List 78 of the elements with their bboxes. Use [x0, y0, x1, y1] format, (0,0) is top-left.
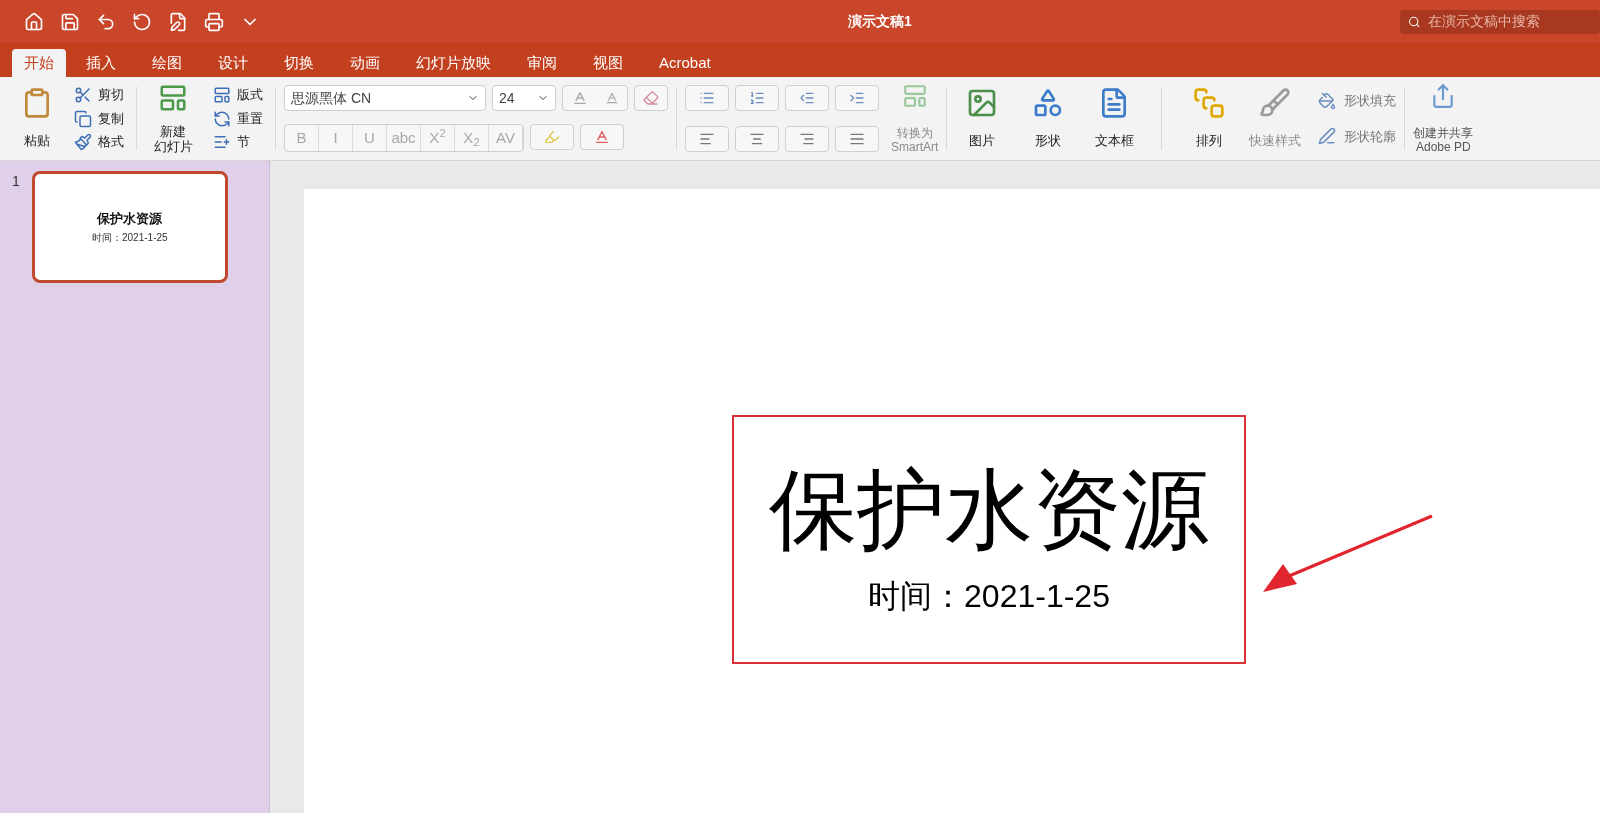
ribbon-button[interactable]: 剪切: [70, 83, 128, 107]
ribbon-tab[interactable]: 审阅: [511, 49, 573, 77]
window-title: 演示文稿1: [848, 12, 912, 31]
align-button[interactable]: [735, 126, 779, 152]
layout-icon: [213, 85, 231, 104]
align-center-icon: [749, 131, 765, 147]
arrange-icon: [1193, 87, 1226, 119]
font-size-icon: [571, 90, 588, 106]
paragraph-button[interactable]: [835, 85, 879, 111]
paragraph-button[interactable]: [735, 85, 779, 111]
ribbon-button[interactable]: 版式: [209, 83, 267, 107]
numbering-icon: [749, 90, 765, 106]
clear-format-button[interactable]: [634, 85, 668, 111]
ribbon-tab[interactable]: 插入: [70, 49, 132, 77]
edit-icon[interactable]: [168, 11, 188, 32]
ribbon-button[interactable]: 图片: [955, 83, 1010, 154]
search-icon: [1408, 14, 1421, 29]
ribbon-button[interactable]: 形状: [1021, 83, 1076, 154]
new-slide-icon: [158, 83, 188, 113]
align-button[interactable]: [685, 126, 729, 152]
slide-number: 1: [12, 172, 20, 191]
paragraph-button[interactable]: [785, 85, 829, 111]
reset-icon: [213, 109, 231, 128]
paint-bucket-icon: [1318, 91, 1337, 110]
justify-icon: [849, 131, 865, 147]
home-icon[interactable]: [24, 11, 44, 32]
eraser-icon: [643, 90, 659, 106]
ribbon-button[interactable]: 节: [209, 130, 267, 154]
indent-increase-icon: [849, 90, 865, 106]
align-right-icon: [799, 131, 815, 147]
thumbnail-subtitle: 时间：2021-1-25: [92, 231, 168, 246]
ribbon-tab[interactable]: 开始: [12, 49, 66, 77]
paintbrush-icon: [74, 133, 92, 152]
font-size-field[interactable]: 24: [492, 85, 556, 111]
slide-title: 保护水资源: [769, 459, 1209, 560]
font-color-icon: [594, 129, 610, 145]
smartart-icon: [901, 83, 928, 109]
paste-button[interactable]: 粘贴: [12, 83, 62, 154]
font-color-button[interactable]: [580, 124, 624, 150]
adobe-pdf-button[interactable]: 创建并共享 Adobe PD: [1413, 83, 1474, 154]
search-field[interactable]: 在演示文稿中搜索: [1400, 9, 1600, 34]
highlighter-icon: [544, 129, 560, 145]
align-button[interactable]: [835, 126, 879, 152]
ribbon-button[interactable]: 重置: [209, 106, 267, 131]
align-button[interactable]: [785, 126, 829, 152]
ribbon-tab[interactable]: 设计: [202, 49, 264, 77]
highlight-button[interactable]: [530, 124, 574, 150]
ribbon-button[interactable]: 复制: [70, 106, 128, 131]
ribbon-button[interactable]: 形状填充: [1318, 91, 1397, 111]
pen-icon: [1318, 127, 1337, 146]
bullets-icon: [699, 90, 715, 106]
ribbon-tab[interactable]: 切换: [268, 49, 330, 77]
thumbnail-title: 保护水资源: [97, 209, 163, 228]
ribbon-tab[interactable]: 绘图: [136, 49, 198, 77]
ribbon-button[interactable]: 格式: [70, 130, 128, 154]
new-slide-button[interactable]: 新建 幻灯片: [145, 83, 201, 154]
ribbon-button[interactable]: 排列: [1182, 83, 1237, 154]
ribbon-button[interactable]: 文本框: [1087, 83, 1142, 154]
ribbon-tab[interactable]: 动画: [334, 49, 396, 77]
brush-icon: [1259, 87, 1292, 119]
ribbon-tab[interactable]: 视图: [577, 49, 639, 77]
ribbon-button[interactable]: 形状轮廓: [1318, 126, 1397, 146]
grow-font-button[interactable]: [562, 85, 628, 111]
slide-thumbnail[interactable]: 保护水资源 时间：2021-1-25: [31, 171, 228, 283]
ribbon-tab[interactable]: 幻灯片放映: [400, 49, 507, 77]
align-left-icon: [699, 131, 715, 147]
copy-icon: [74, 109, 92, 128]
slide-subtitle: 时间：2021-1-25: [868, 576, 1110, 616]
paragraph-button[interactable]: [685, 85, 729, 111]
redo-icon[interactable]: [132, 11, 152, 32]
print-icon[interactable]: [204, 11, 224, 32]
font-name-field[interactable]: 思源黑体 CN: [284, 85, 486, 111]
ribbon-tab[interactable]: Acrobat: [643, 49, 727, 77]
undo-icon[interactable]: [96, 11, 116, 32]
font-size-icon: [604, 91, 619, 105]
scissors-icon: [74, 85, 92, 104]
save-icon[interactable]: [60, 11, 80, 32]
indent-decrease-icon: [799, 90, 815, 106]
